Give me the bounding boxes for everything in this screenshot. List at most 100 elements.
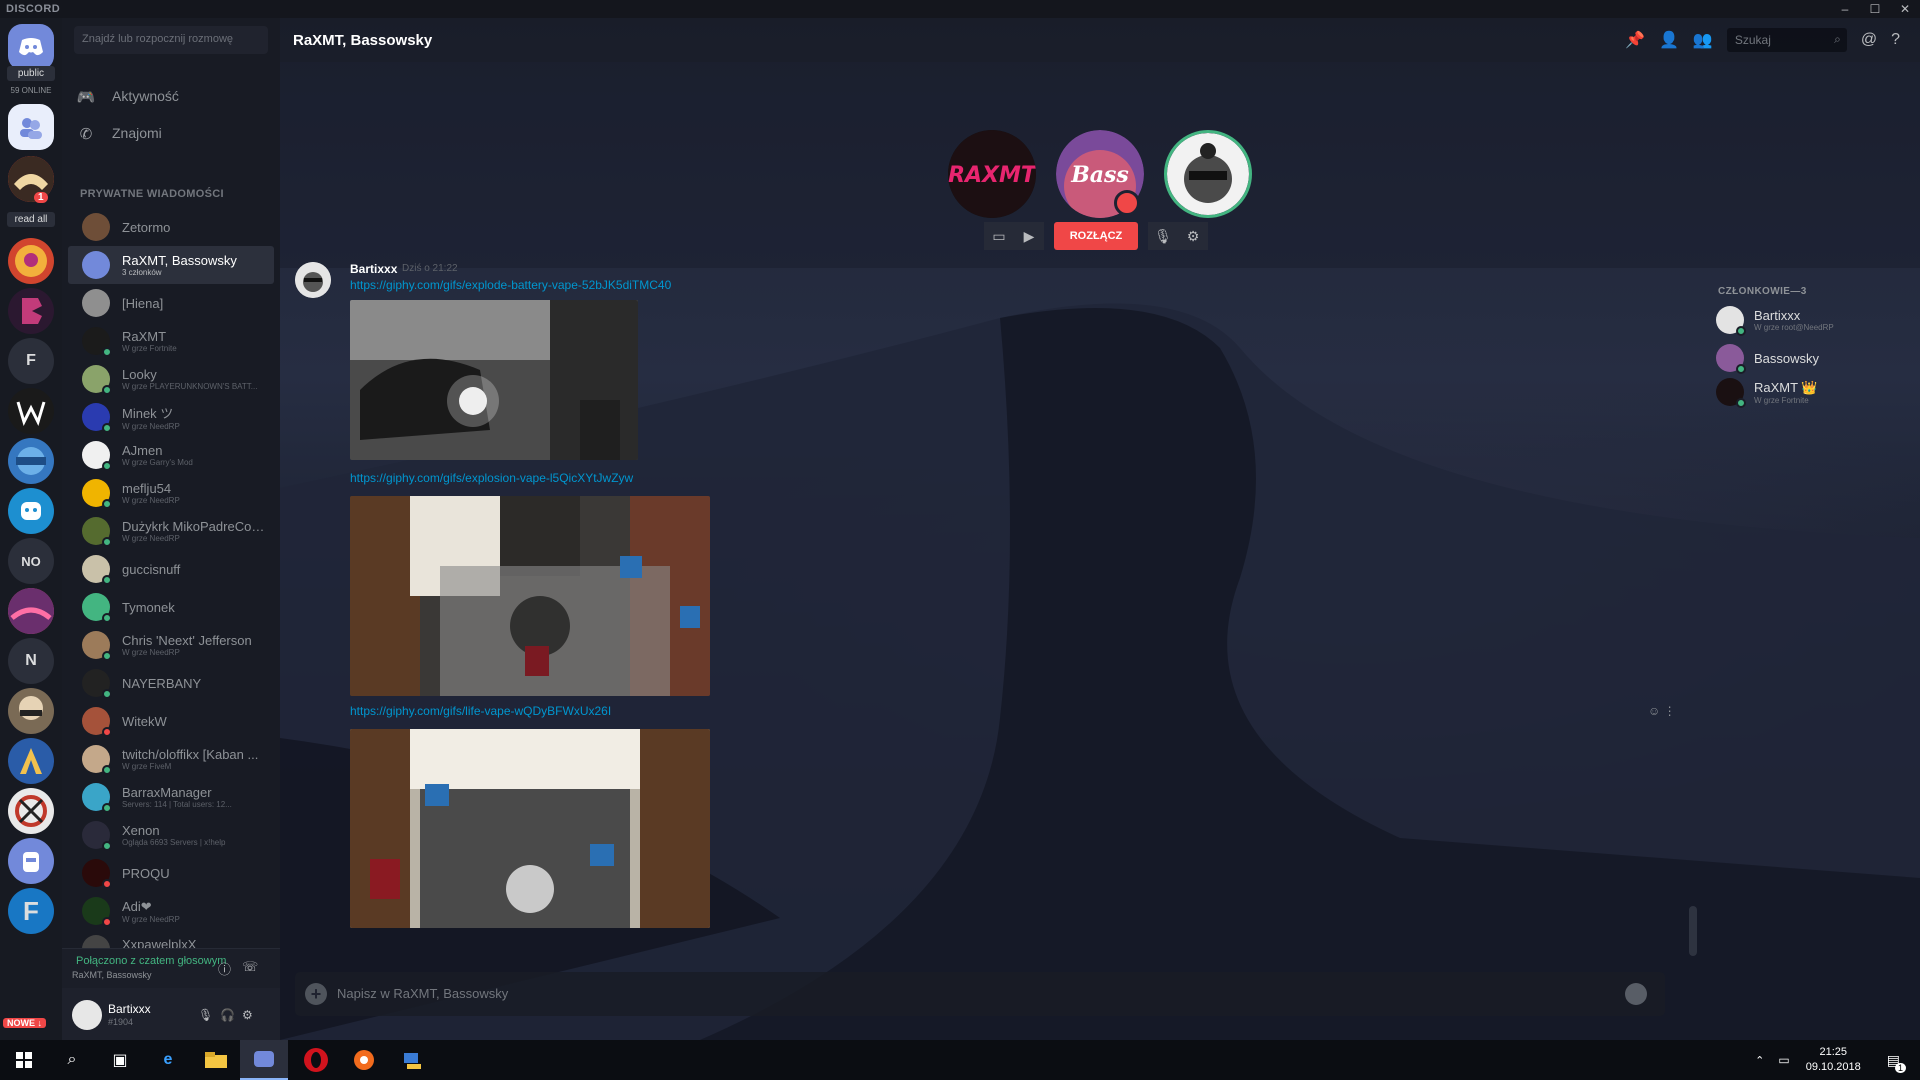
message-link-3[interactable]: https://giphy.com/gifs/life-vape-wQDyBFW… — [350, 704, 611, 718]
headphones-icon[interactable]: 🎧 — [220, 1008, 235, 1022]
server-n[interactable]: N — [8, 638, 54, 684]
opera-browser-icon[interactable] — [292, 1040, 340, 1080]
file-explorer-icon[interactable] — [192, 1040, 240, 1080]
microphone-icon[interactable]: 🎙 — [198, 1008, 213, 1022]
composer-input[interactable]: Napisz w RaXMT, Bassowsky — [337, 986, 508, 1001]
gif-embed-2[interactable] — [350, 496, 710, 696]
dm-text: Chris 'Neext' Jefferson W grze NeedRP — [122, 633, 272, 657]
message-link-2[interactable]: https://giphy.com/gifs/explosion-vape-l5… — [350, 471, 633, 485]
dm-item[interactable]: Xenon Ogląda 6693 Servers | x!help — [68, 816, 274, 854]
info-icon[interactable]: ⓘ — [218, 959, 231, 978]
member-item[interactable]: Bartixxx W grze root@NeedRP — [1716, 306, 1834, 336]
online-count: 59 ONLINE — [10, 86, 52, 95]
dm-item[interactable]: WitekW — [68, 702, 274, 740]
read-all-button[interactable]: read all — [7, 212, 55, 227]
dm-item[interactable]: Zetormo — [68, 208, 274, 246]
edge-browser-icon[interactable]: e — [144, 1040, 192, 1080]
screen-share-icon[interactable]: ▭ — [984, 222, 1014, 250]
server-avatar-robot[interactable] — [8, 488, 54, 534]
dm-item[interactable]: BarraxManager Servers: 114 | Total users:… — [68, 778, 274, 816]
search-input[interactable]: Szukaj ⌕ — [1726, 28, 1847, 52]
message-link-1[interactable]: https://giphy.com/gifs/explode-battery-v… — [350, 278, 671, 292]
find-conversation-input[interactable]: Znajdź lub rozpocznij rozmowę — [74, 26, 268, 54]
dm-item[interactable]: Dużykrk MikoPadreCom... W grze NeedRP — [68, 512, 274, 550]
server-avatar-3[interactable] — [8, 288, 54, 334]
call-avatar-raxmt[interactable]: RAXMT — [948, 130, 1036, 218]
upload-plus-icon[interactable]: + — [305, 983, 327, 1005]
voice-call-panel: RAXMT Bass ▭ ▶ ROZŁĄCZ 🎙 ⚙ — [280, 62, 1920, 268]
message-author-avatar[interactable] — [295, 262, 331, 298]
dm-avatar — [82, 441, 112, 471]
dm-item[interactable]: Looky W grze PLAYERUNKNOWN'S BATT... — [68, 360, 274, 398]
friends-icon: ✆ — [79, 126, 93, 143]
emoji-picker-icon[interactable] — [1625, 983, 1647, 1005]
friends-server-icon[interactable] — [8, 104, 54, 150]
home-discord-icon[interactable] — [8, 24, 54, 70]
dm-item[interactable]: Tymonek — [68, 588, 274, 626]
taskbar-search-icon[interactable]: ⌕ — [48, 1040, 96, 1080]
call-microphone-icon[interactable]: 🎙 — [1148, 222, 1178, 250]
network-app-icon[interactable] — [388, 1040, 436, 1080]
dm-item[interactable]: [Hiena] — [68, 284, 274, 322]
member-activity: W grze Fortnite — [1754, 395, 1809, 405]
server-avatar-w[interactable] — [8, 388, 54, 434]
nav-friends[interactable]: ✆ Znajomi — [76, 118, 162, 148]
server-avatar-4[interactable] — [8, 588, 54, 634]
server-avatar-f-blue[interactable]: F — [8, 888, 54, 934]
new-messages-badge[interactable]: NOWE ↓ — [3, 1018, 46, 1028]
gif-embed-1[interactable] — [350, 300, 638, 460]
disconnect-icon[interactable]: ☏ — [242, 959, 258, 975]
gif-embed-3[interactable] — [350, 729, 710, 928]
orange-app-icon[interactable] — [340, 1040, 388, 1080]
member-item[interactable]: RaXMT 👑 W grze Fortnite — [1716, 378, 1818, 408]
add-friend-icon[interactable]: 👤 — [1659, 30, 1679, 50]
server-avatar-gwpb[interactable] — [8, 438, 54, 484]
dm-item[interactable]: meflju54 W grze NeedRP — [68, 474, 274, 512]
nav-activity[interactable]: 🎮 Aktywność — [76, 81, 179, 111]
user-avatar[interactable] — [72, 1000, 102, 1030]
settings-gear-icon[interactable]: ⚙ — [242, 1008, 253, 1022]
dm-item[interactable]: RaXMT W grze Fortnite — [68, 322, 274, 360]
clock[interactable]: 21:25 09.10.2018 — [1806, 1045, 1861, 1075]
message-author[interactable]: Bartixxx — [350, 262, 397, 276]
dm-item[interactable]: Chris 'Neext' Jefferson W grze NeedRP — [68, 626, 274, 664]
task-view-icon[interactable]: ▣ — [96, 1040, 144, 1080]
hangup-button[interactable]: ROZŁĄCZ — [1054, 222, 1138, 250]
dm-item[interactable]: Adi❤ W grze NeedRP — [68, 892, 274, 930]
windows-start-icon[interactable] — [0, 1040, 48, 1080]
dm-item[interactable]: PROQU — [68, 854, 274, 892]
discord-taskbar-icon[interactable] — [240, 1040, 288, 1080]
server-f[interactable]: F — [8, 338, 54, 384]
call-avatar-lion[interactable] — [1164, 130, 1252, 218]
help-icon[interactable]: ? — [1891, 31, 1900, 49]
pin-icon[interactable]: 📌 — [1625, 30, 1645, 50]
server-avatar-2[interactable] — [8, 238, 54, 284]
dm-item[interactable]: NAYERBANY — [68, 664, 274, 702]
dm-name: guccisnuff — [122, 561, 181, 577]
mentions-icon[interactable]: @ — [1861, 31, 1877, 49]
maximize-button[interactable]: ☐ — [1860, 0, 1890, 18]
dm-list: Zetormo RaXMT, Bassowsky 3 członków [Hiena]… — [62, 208, 280, 968]
dm-item[interactable]: RaXMT, Bassowsky 3 członków — [68, 246, 274, 284]
server-avatar-7[interactable] — [8, 788, 54, 834]
minimize-button[interactable]: – — [1830, 0, 1860, 18]
server-avatar-bot[interactable] — [8, 838, 54, 884]
video-camera-icon[interactable]: ▶ — [1014, 222, 1044, 250]
server-no[interactable]: NO — [8, 538, 54, 584]
member-item[interactable]: Bassowsky — [1716, 344, 1819, 374]
dm-item[interactable]: twitch/oloffikx [Kaban ... W grze FiveM — [68, 740, 274, 778]
server-avatar-5[interactable] — [8, 688, 54, 734]
message-reaction-icon[interactable]: ☺ ⋮ — [1648, 704, 1676, 718]
network-icon[interactable]: ▭ — [1778, 1053, 1789, 1067]
close-button[interactable]: ✕ — [1890, 0, 1920, 18]
tray-chevron-icon[interactable]: ⌃ — [1755, 1054, 1764, 1067]
member-list-icon[interactable]: 👥 — [1693, 30, 1713, 50]
dm-name: Zetormo — [122, 219, 171, 235]
message-composer[interactable]: + Napisz w RaXMT, Bassowsky — [295, 972, 1665, 1016]
dm-item[interactable]: AJmen W grze Garry's Mod — [68, 436, 274, 474]
call-settings-icon[interactable]: ⚙ — [1178, 222, 1208, 250]
dm-item[interactable]: Minek ツW grze NeedRP — [68, 398, 274, 436]
server-avatar-6[interactable] — [8, 738, 54, 784]
dm-item[interactable]: guccisnuff — [68, 550, 274, 588]
notifications-icon[interactable]: ▤ 1 — [1887, 1052, 1906, 1073]
